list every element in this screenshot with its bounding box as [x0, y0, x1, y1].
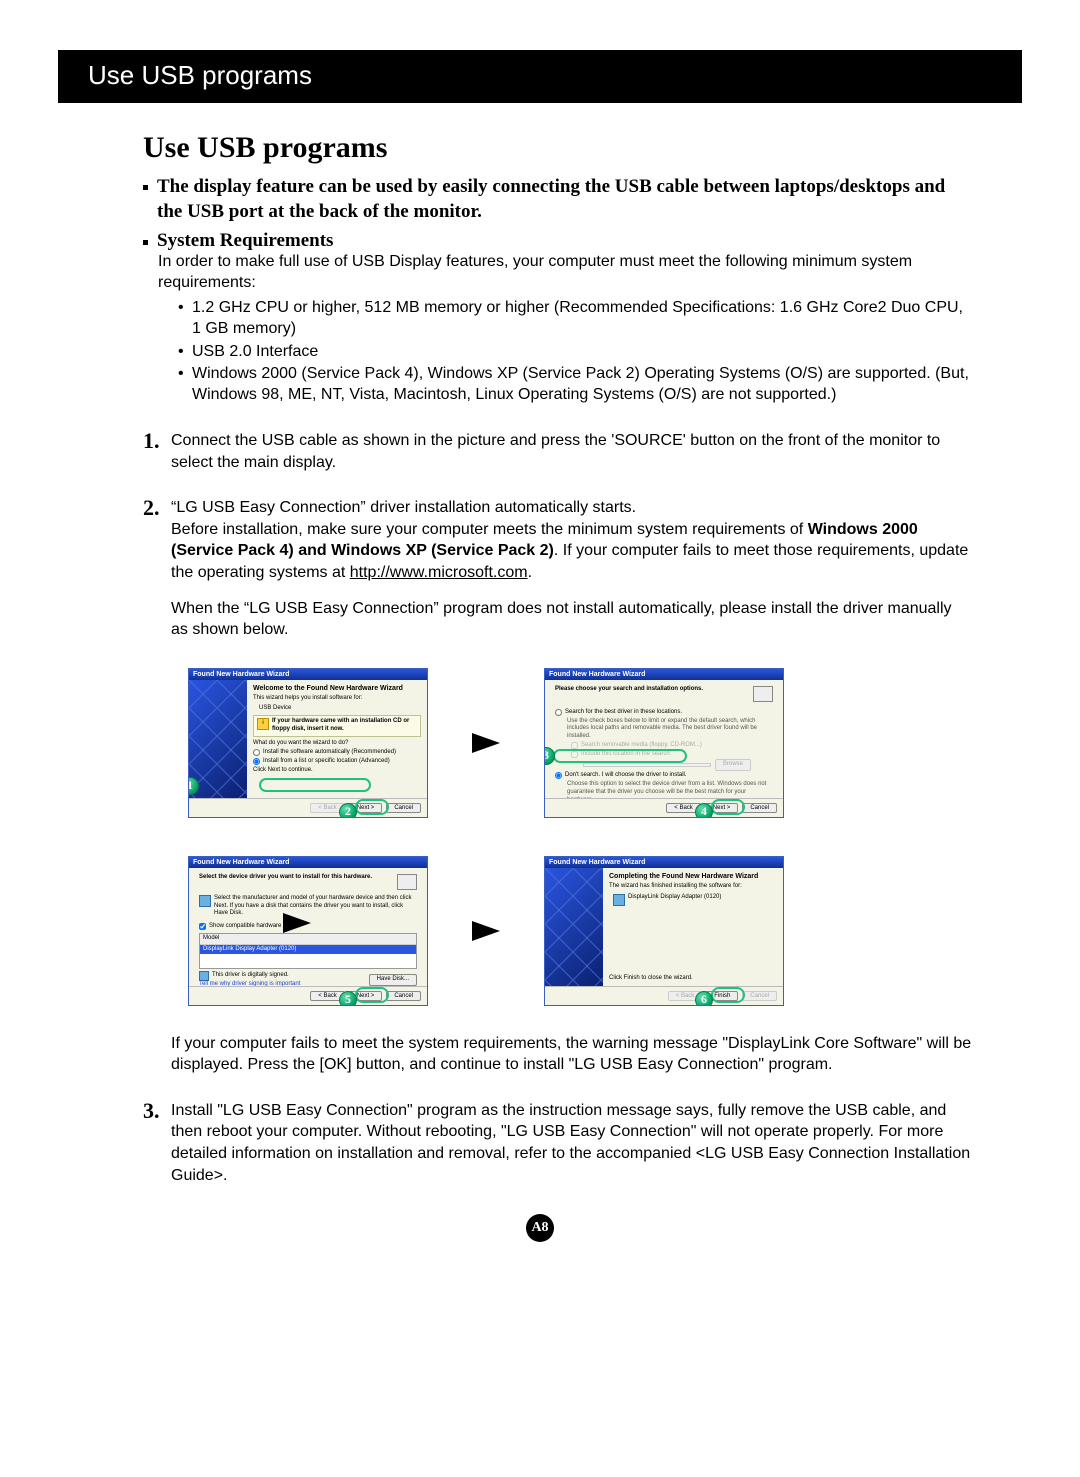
step-2a: “LG USB Easy Connection” driver installa…	[171, 499, 636, 516]
step-2: 2. “LG USB Easy Connection” driver insta…	[143, 497, 972, 583]
wizard-options-title: Please choose your search and installati…	[555, 686, 703, 694]
step-number: 2.	[143, 493, 160, 523]
wizard-step-2: Found New Hardware Wizard Please choose …	[544, 668, 784, 818]
wizard-step-4: Found New Hardware Wizard Completing the…	[544, 856, 784, 1006]
step-number: 3.	[143, 1096, 160, 1126]
header-bar: Use USB programs	[58, 50, 1022, 103]
device-icon	[613, 894, 625, 906]
wizard-header-icon	[753, 686, 773, 702]
radio-search-best[interactable]: Search for the best driver in these loca…	[555, 709, 773, 717]
radio-advanced[interactable]: Install from a list or specific location…	[253, 758, 421, 766]
main-title: Use USB programs	[143, 131, 1022, 165]
arrow-right-icon	[446, 921, 526, 941]
page-number-badge: A8	[526, 1214, 554, 1242]
sys-req-body: In order to make full use of USB Display…	[158, 252, 972, 406]
location-input	[583, 763, 711, 767]
step-2b-post2: .	[528, 564, 532, 581]
wizard-grid: Found New Hardware Wizard Welcome to the…	[188, 663, 1022, 1011]
wizard-question: What do you want the wizard to do?	[253, 740, 421, 748]
wizard-text: This wizard helps you install software f…	[253, 695, 421, 703]
cancel-button[interactable]: Cancel	[386, 991, 421, 1001]
cancel-button[interactable]: Cancel	[386, 803, 421, 813]
wizard-finish-hint: Click Finish to close the wizard.	[609, 975, 693, 983]
step-1: 1. Connect the USB cable as shown in the…	[143, 430, 972, 473]
callout-ring	[259, 778, 371, 792]
callout-circle-2: 2	[339, 803, 357, 818]
callout-ring	[711, 799, 745, 815]
wizard-titlebar: Found New Hardware Wizard	[189, 669, 427, 680]
wizard-side-graphic	[545, 868, 603, 986]
callout-ring	[711, 987, 745, 1003]
cancel-button[interactable]: Cancel	[742, 803, 777, 813]
callout-circle-6: 6	[695, 991, 713, 1006]
callout-circle-4: 4	[695, 803, 713, 818]
wizard-hint-box: i If your hardware came with an installa…	[253, 715, 421, 737]
driver-listview[interactable]: Model DisplayLink Display Adapter (0120)	[199, 933, 417, 969]
sys-req-lead: In order to make full use of USB Display…	[158, 253, 912, 291]
callout-ring	[355, 799, 389, 815]
sys-req-heading: System Requirements	[143, 230, 972, 252]
manual-page: Use USB programs Use USB programs The di…	[0, 0, 1080, 1282]
wizard-header-icon	[397, 874, 417, 890]
step-number: 1.	[143, 426, 160, 456]
wizard-select-title: Select the device driver you want to ins…	[199, 874, 372, 890]
cancel-button: Cancel	[742, 991, 777, 1001]
sys-req-list: 1.2 GHz CPU or higher, 512 MB memory or …	[178, 298, 972, 406]
arrow-right-icon	[446, 733, 526, 753]
intro-bullet: The display feature can be used by easil…	[143, 175, 972, 224]
callout-circle-5: 5	[339, 991, 357, 1006]
wizard-continue: Click Next to continue.	[253, 767, 421, 775]
signed-icon	[199, 971, 209, 981]
browse-button: Browse	[715, 759, 751, 771]
list-item: Windows 2000 (Service Pack 4), Windows X…	[178, 364, 972, 406]
listview-header: Model	[200, 934, 416, 945]
microsoft-link[interactable]: http://www.microsoft.com	[350, 564, 528, 581]
step-2b-pre: Before installation, make sure your comp…	[171, 521, 808, 538]
wizard-titlebar: Found New Hardware Wizard	[545, 857, 783, 868]
callout-ring	[553, 749, 687, 763]
wizard-opt1-desc: Use the check boxes below to limit or ex…	[567, 718, 773, 741]
warning-paragraph: If your computer fails to meet the syste…	[171, 1033, 972, 1076]
have-disk-button[interactable]: Have Disk...	[369, 974, 417, 986]
wizard-titlebar: Found New Hardware Wizard	[189, 857, 427, 868]
wizard-done-text: The wizard has finished installing the s…	[609, 883, 777, 891]
radio-auto[interactable]: Install the software automatically (Reco…	[253, 749, 421, 757]
arrow-right-icon	[283, 913, 311, 933]
step-1-text: Connect the USB cable as shown in the pi…	[171, 432, 940, 471]
step-3-text: Install "LG USB Easy Connection" program…	[171, 1102, 970, 1184]
info-icon: i	[257, 718, 269, 730]
header-title: Use USB programs	[88, 60, 312, 90]
list-item: 1.2 GHz CPU or higher, 512 MB memory or …	[178, 298, 972, 340]
wizard-titlebar: Found New Hardware Wizard	[545, 669, 783, 680]
step-3: 3. Install "LG USB Easy Connection" prog…	[143, 1100, 972, 1186]
wizard-welcome-title: Welcome to the Found New Hardware Wizard	[253, 684, 421, 693]
list-item: USB 2.0 Interface	[178, 342, 972, 363]
wizard-device-name: DisplayLink Display Adapter (0120)	[628, 894, 721, 906]
device-icon	[199, 895, 211, 907]
wizard-side-graphic	[189, 680, 247, 798]
step-2c: When the “LG USB Easy Connection” progra…	[171, 598, 972, 641]
wizard-hint: If your hardware came with an installati…	[272, 718, 417, 734]
callout-ring	[355, 987, 389, 1003]
listview-row[interactable]: DisplayLink Display Adapter (0120)	[200, 945, 416, 955]
intro-text: The display feature can be used by easil…	[157, 176, 945, 222]
driver-signed-text: This driver is digitally signed.	[212, 972, 289, 980]
wizard-step-1: Found New Hardware Wizard Welcome to the…	[188, 668, 428, 818]
wizard-completing-title: Completing the Found New Hardware Wizard	[609, 872, 777, 881]
wizard-select-desc: Select the manufacturer and model of you…	[214, 895, 417, 918]
wizard-device: USB Device	[259, 705, 421, 713]
radio-dont-search[interactable]: Don't search. I will choose the driver t…	[555, 772, 773, 780]
